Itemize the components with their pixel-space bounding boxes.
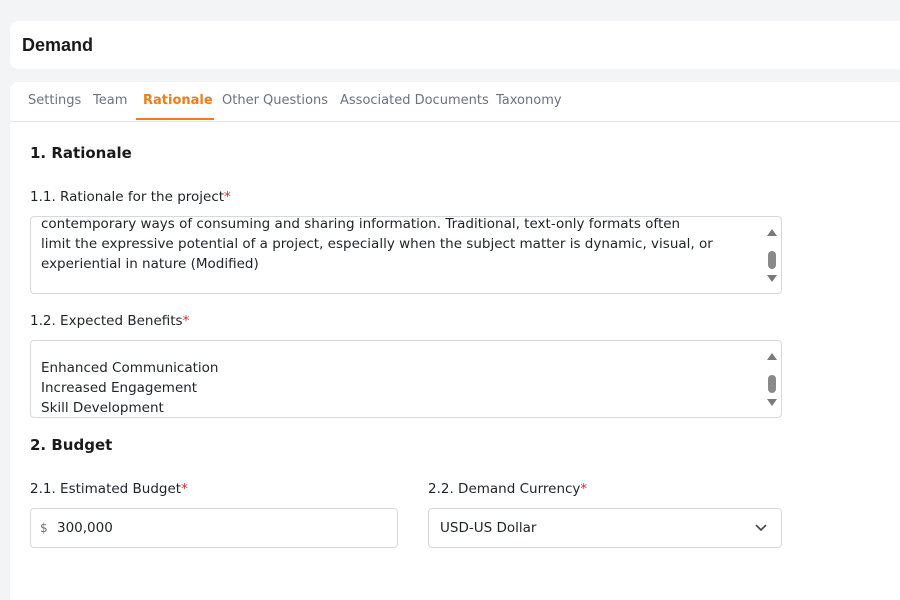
demand-currency-select[interactable]: USD-US Dollar xyxy=(428,508,782,548)
rationale-project-label: 1.1. Rationale for the project* xyxy=(30,189,231,205)
scroll-down-arrow-icon[interactable] xyxy=(767,275,777,282)
tab-associated-documents[interactable]: Associated Documents xyxy=(340,93,489,108)
main-panel: Settings Team Rationale Other Questions … xyxy=(10,82,900,600)
required-marker: * xyxy=(580,481,588,497)
chevron-down-icon[interactable] xyxy=(755,522,767,534)
page-title: Demand xyxy=(22,35,94,55)
currency-symbol: $ xyxy=(40,521,48,535)
estimated-budget-input[interactable]: $ 300,000 xyxy=(30,508,398,548)
expected-benefits-textarea[interactable]: Enhanced Communication Increased Engagem… xyxy=(30,340,782,418)
rationale-project-scrollbar[interactable] xyxy=(765,225,779,287)
required-marker: * xyxy=(181,481,188,497)
demand-currency-value: USD-US Dollar xyxy=(440,520,537,536)
expected-benefits-label: 1.2. Expected Benefits* xyxy=(30,313,190,329)
tab-bar: Settings Team Rationale Other Questions … xyxy=(10,82,900,122)
scroll-up-arrow-icon[interactable] xyxy=(767,229,777,236)
tab-rationale[interactable]: Rationale xyxy=(143,93,213,108)
scroll-thumb[interactable] xyxy=(768,251,776,269)
expected-benefits-scrollbar[interactable] xyxy=(765,349,779,411)
budget-section-title: 2. Budget xyxy=(30,436,113,454)
required-marker: * xyxy=(182,313,190,329)
rationale-project-textarea[interactable]: contemporary ways of consuming and shari… xyxy=(30,216,782,294)
scroll-down-arrow-icon[interactable] xyxy=(767,399,777,406)
scroll-thumb[interactable] xyxy=(768,375,776,393)
tab-taxonomy[interactable]: Taxonomy xyxy=(496,93,562,108)
required-marker: * xyxy=(224,189,231,205)
page-header: Demand xyxy=(10,21,900,69)
rationale-project-text: contemporary ways of consuming and shari… xyxy=(41,216,713,272)
estimated-budget-label: 2.1. Estimated Budget* xyxy=(30,481,188,497)
tab-settings[interactable]: Settings xyxy=(28,93,81,108)
estimated-budget-value: 300,000 xyxy=(57,520,113,536)
tab-other-questions[interactable]: Other Questions xyxy=(222,93,328,108)
rationale-section-title: 1. Rationale xyxy=(30,144,132,162)
expected-benefits-text: Enhanced Communication Increased Engagem… xyxy=(41,360,219,416)
active-tab-indicator xyxy=(136,118,214,120)
tab-team[interactable]: Team xyxy=(93,93,127,108)
scroll-up-arrow-icon[interactable] xyxy=(767,353,777,360)
demand-currency-label: 2.2. Demand Currency* xyxy=(428,481,588,497)
